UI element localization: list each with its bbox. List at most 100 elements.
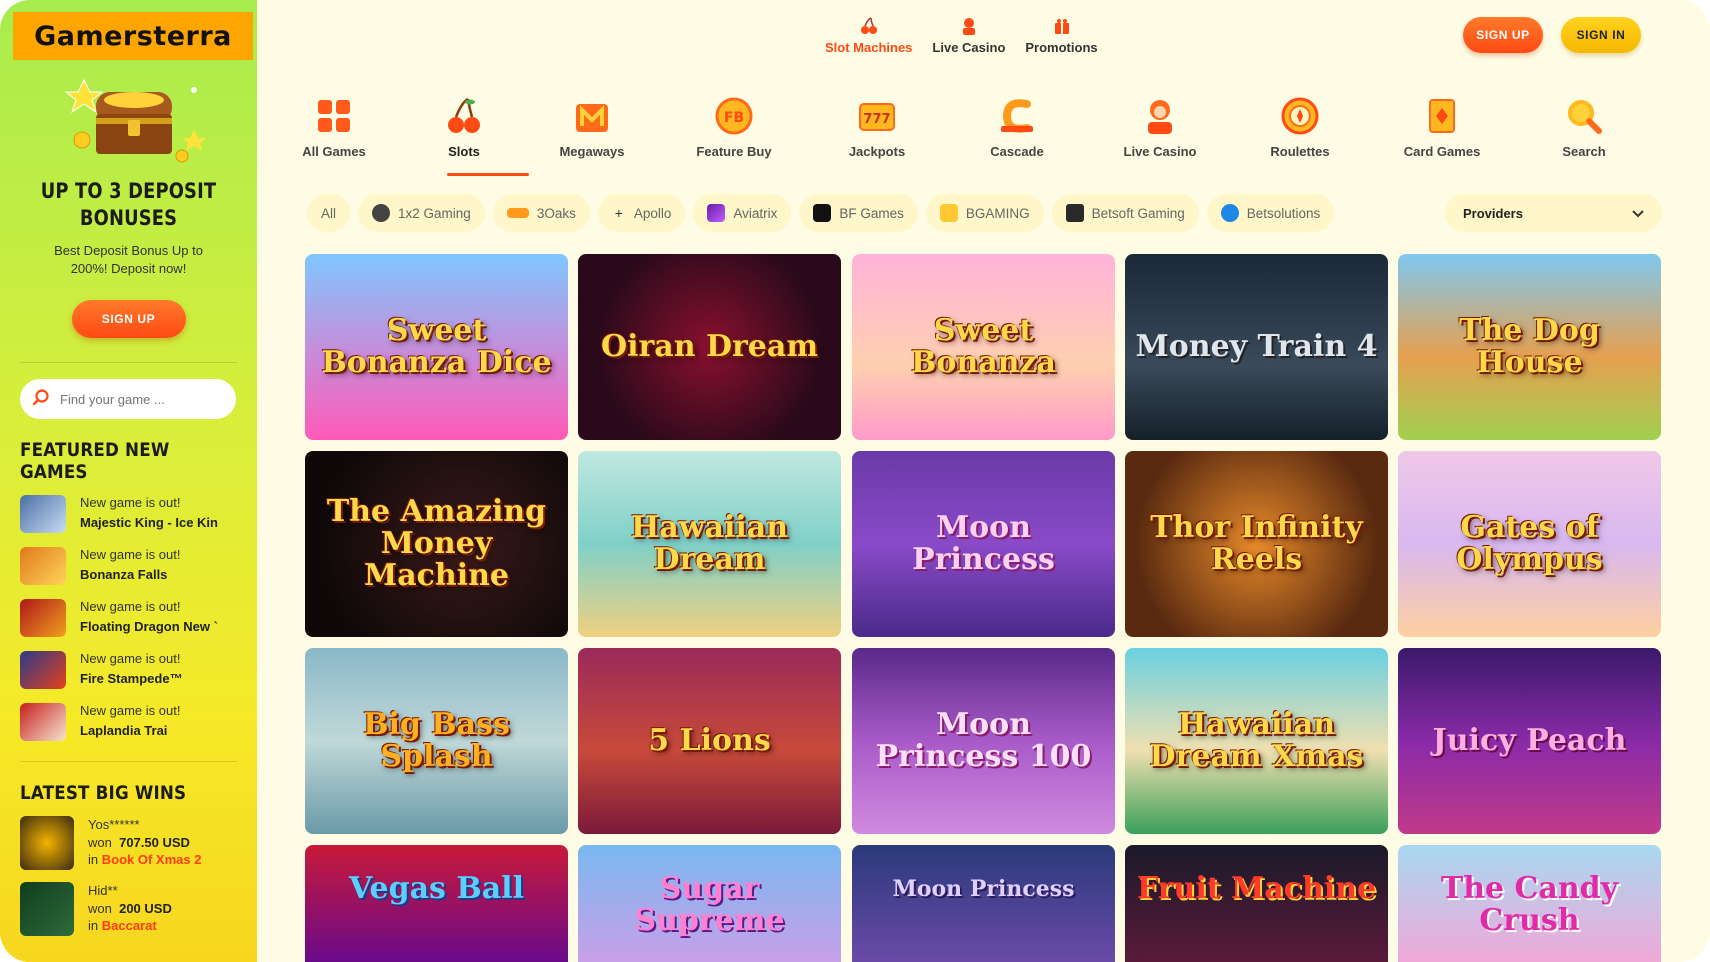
provider-chip-3oaks[interactable]: 3Oaks — [492, 194, 590, 232]
header-signup-button[interactable]: SIGN UP — [1463, 17, 1543, 53]
topnav-label: Promotions — [1025, 40, 1098, 55]
topnav-slot-machines[interactable]: Slot Machines — [815, 16, 922, 55]
game-tile[interactable]: Sweet Bonanza Dice — [305, 254, 568, 440]
category-label: Jackpots — [848, 144, 906, 159]
cascade-icon — [997, 96, 1037, 136]
big-win-user: Hid** — [88, 883, 118, 898]
topnav-live-casino[interactable]: Live Casino — [922, 16, 1015, 55]
game-title: Money Train 4 — [1135, 329, 1378, 364]
provider-logo-icon — [506, 208, 529, 218]
provider-chip-bf-games[interactable]: BF Games — [799, 194, 918, 232]
provider-chip-apollo[interactable]: + Apollo — [597, 194, 686, 232]
category-jackpots[interactable]: 777 Jackpots — [822, 96, 932, 159]
card-icon — [1422, 96, 1462, 136]
game-title: Gates of Olympus — [1456, 510, 1603, 577]
active-category-indicator — [447, 173, 529, 176]
big-win-in-label: in — [88, 852, 99, 867]
game-tile[interactable]: Thor Infinity Reels — [1125, 451, 1388, 637]
provider-chip-label: Aviatrix — [733, 205, 778, 221]
big-win-item[interactable]: Yos****** won 707.50 USD in Book Of Xmas… — [20, 816, 237, 870]
logo[interactable]: Gamersterra — [13, 12, 253, 60]
game-tile[interactable]: Sugar Supreme — [578, 845, 841, 962]
provider-chip-label: BGAMING — [965, 205, 1030, 221]
provider-chip-label: Betsolutions — [1246, 205, 1321, 221]
topnav-label: Slot Machines — [825, 40, 913, 55]
provider-chip-betsolutions[interactable]: Betsolutions — [1206, 194, 1335, 232]
sidebar-signup-button[interactable]: SIGN UP — [71, 300, 186, 338]
provider-logo-icon — [1220, 204, 1239, 222]
featured-game-name: Floating Dragon New ` — [80, 619, 218, 634]
providers-dropdown[interactable]: Providers — [1445, 194, 1662, 232]
game-tile[interactable]: Moon Princess — [852, 451, 1115, 637]
game-tile[interactable]: Big Bass Splash — [305, 648, 568, 834]
game-tile[interactable]: Moon Princess 100 — [852, 648, 1115, 834]
featured-game-item[interactable]: New game is out! Laplandia Trai — [20, 701, 237, 743]
game-tile[interactable]: 5 Lions — [578, 648, 841, 834]
category-slots[interactable]: Slots — [409, 96, 519, 159]
game-tile[interactable]: Oiran Dream — [578, 254, 841, 440]
category-card-games[interactable]: Card Games — [1387, 96, 1497, 159]
topnav-promotions[interactable]: Promotions — [1015, 16, 1107, 55]
big-win-game[interactable]: Baccarat — [102, 918, 157, 933]
sidebar-divider — [20, 761, 237, 762]
featured-game-item[interactable]: New game is out! Majestic King - Ice Kin — [20, 493, 237, 535]
featured-game-item[interactable]: New game is out! Fire Stampede™ — [20, 649, 237, 691]
provider-chip-label: BF Games — [839, 205, 904, 221]
provider-logo-icon — [1065, 204, 1084, 222]
game-tile[interactable]: Moon Princess — [852, 845, 1115, 962]
game-title: Sweet Bonanza Dice — [321, 313, 552, 380]
game-tile[interactable]: Hawaiian Dream Xmas — [1125, 648, 1388, 834]
grid-icon — [314, 96, 354, 136]
category-cascade[interactable]: Cascade — [962, 96, 1072, 159]
game-tile[interactable]: Money Train 4 — [1125, 254, 1388, 440]
big-win-in-label: in — [88, 918, 99, 933]
chevron-down-icon — [1632, 206, 1644, 221]
category-live-casino[interactable]: Live Casino — [1105, 96, 1215, 159]
game-tile[interactable]: The Dog House — [1398, 254, 1661, 440]
game-tile[interactable]: Vegas Ball — [305, 845, 568, 962]
game-tile[interactable]: Sweet Bonanza — [852, 254, 1115, 440]
game-tile[interactable]: Fruit Machine — [1125, 845, 1388, 962]
provider-chip-all[interactable]: All — [307, 194, 351, 232]
game-search-input[interactable] — [60, 391, 220, 407]
provider-chip-bgaming[interactable]: BGAMING — [925, 194, 1044, 232]
cherry-icon — [859, 16, 879, 36]
game-tile[interactable]: Juicy Peach — [1398, 648, 1661, 834]
category-feature-buy[interactable]: FB Feature Buy — [679, 96, 789, 159]
provider-chip-label: All — [321, 205, 337, 221]
providers-dropdown-label: Providers — [1463, 205, 1523, 221]
jackpot-777-icon: 777 — [857, 96, 897, 136]
category-all-games[interactable]: All Games — [279, 96, 389, 159]
category-megaways[interactable]: Megaways — [537, 96, 647, 159]
category-roulettes[interactable]: Roulettes — [1245, 96, 1355, 159]
featured-game-item[interactable]: New game is out! Floating Dragon New ` — [20, 597, 237, 639]
header-signin-button[interactable]: SIGN IN — [1561, 17, 1641, 53]
game-title: Thor Infinity Reels — [1150, 510, 1363, 577]
category-label: Megaways — [559, 144, 625, 159]
big-win-game[interactable]: Book Of Xmas 2 — [102, 852, 202, 867]
big-win-amount: 707.50 USD — [119, 834, 190, 850]
big-win-item[interactable]: Hid** won 200 USD in Baccarat — [20, 882, 237, 936]
provider-chip-label: Apollo — [633, 205, 672, 221]
category-search[interactable]: Search — [1529, 96, 1639, 159]
provider-chip-betsoft-gaming[interactable]: Betsoft Gaming — [1051, 194, 1199, 232]
provider-filter-row: All 1x2 Gaming 3Oaks + Apollo Aviatrix BF… — [307, 194, 1335, 234]
game-tile[interactable]: The Amazing Money Machine — [305, 451, 568, 637]
featured-game-name: Laplandia Trai — [80, 723, 168, 738]
game-tile[interactable]: Gates of Olympus — [1398, 451, 1661, 637]
game-title: Vegas Ball — [349, 871, 524, 906]
svg-text:FB: FB — [724, 110, 744, 126]
provider-chip-1x2-gaming[interactable]: 1x2 Gaming — [358, 194, 485, 232]
provider-chip-aviatrix[interactable]: Aviatrix — [693, 194, 792, 232]
big-win-user: Yos****** — [88, 817, 140, 832]
sparkle-icon: + — [614, 205, 623, 221]
featured-games-title: FEATURED NEW GAMES — [20, 439, 170, 483]
topnav-label: Live Casino — [932, 40, 1006, 55]
featured-game-status: New game is out! — [80, 495, 181, 510]
game-tile[interactable]: The Candy Crush — [1398, 845, 1661, 962]
featured-game-item[interactable]: New game is out! Bonanza Falls — [20, 545, 237, 587]
game-title: The Dog House — [1459, 313, 1600, 380]
game-tile[interactable]: Hawaiian Dream — [578, 451, 841, 637]
big-win-thumbnail — [20, 816, 74, 870]
game-search-box[interactable] — [20, 379, 236, 419]
